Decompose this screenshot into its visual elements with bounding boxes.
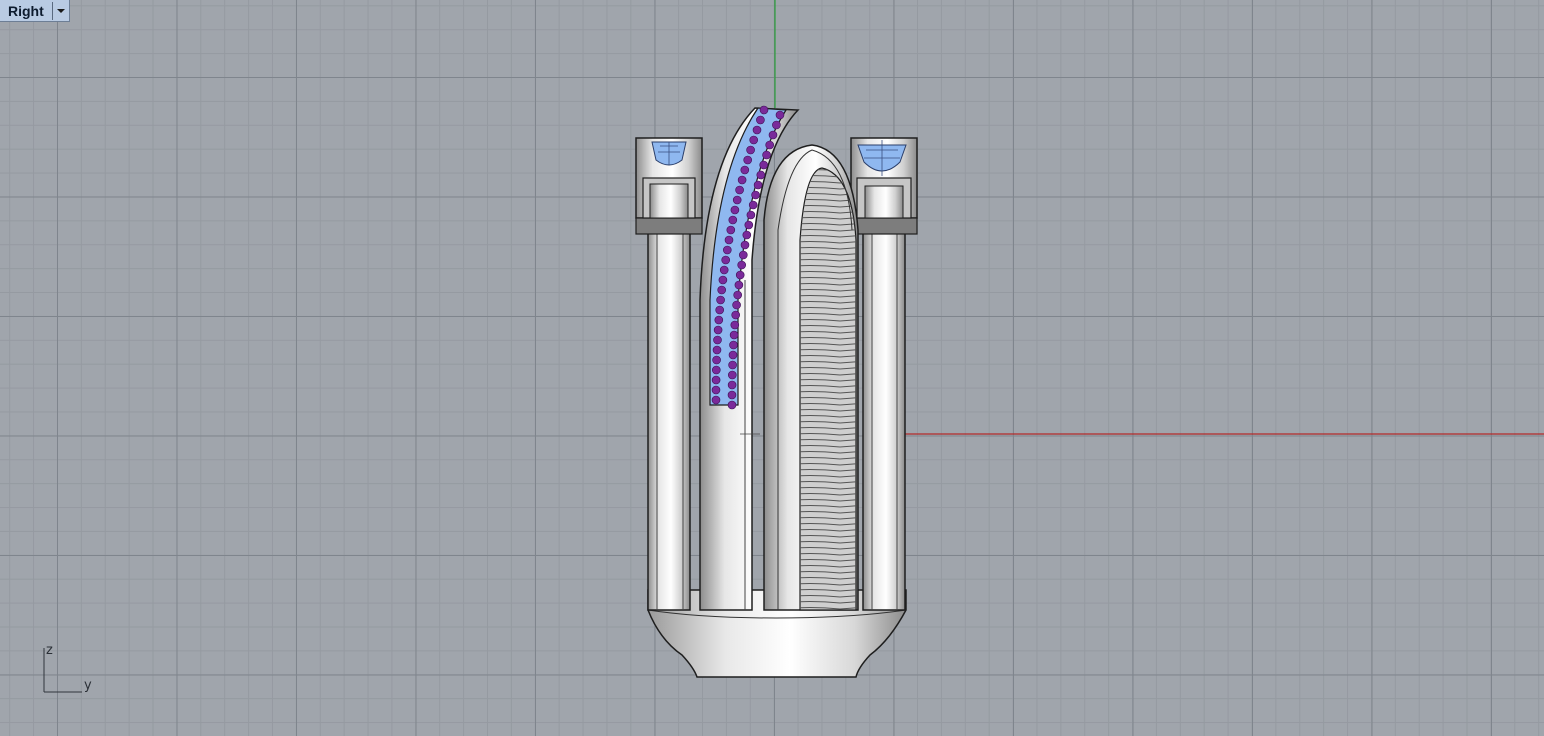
pave-stone <box>732 195 742 205</box>
pave-stone <box>719 265 729 275</box>
pave-stone <box>718 275 728 285</box>
pave-stone <box>727 380 737 390</box>
pave-stone <box>712 345 722 355</box>
pave-stone <box>765 140 775 150</box>
pave-stone <box>729 330 739 340</box>
pave-stone <box>737 260 747 270</box>
pave-stone <box>711 395 721 405</box>
pave-stone <box>711 365 721 375</box>
pave-stone <box>712 355 721 365</box>
pave-stone <box>735 185 744 195</box>
pave-stone <box>728 350 738 360</box>
pave-stone <box>733 290 743 300</box>
pave-stone <box>734 280 744 290</box>
pave-stone <box>727 390 737 400</box>
pave-stone <box>753 180 763 190</box>
pave-stone <box>726 225 736 235</box>
pave-stone <box>732 300 741 310</box>
pave-stone <box>714 315 724 325</box>
pave-stone <box>713 325 723 335</box>
pave-stone <box>768 130 778 140</box>
pave-stone <box>748 200 758 210</box>
axis-z-label: z <box>46 643 53 658</box>
pave-stone <box>756 170 766 180</box>
pave-stone <box>721 255 731 265</box>
viewport-name-label[interactable]: Right <box>0 3 52 19</box>
pave-stone <box>749 135 759 145</box>
pave-stone <box>716 295 725 305</box>
pave-stone <box>756 115 765 125</box>
caret-down-icon[interactable] <box>53 0 69 22</box>
pave-stone <box>715 305 725 315</box>
pave-stone <box>746 210 756 220</box>
pave-stone <box>717 285 727 295</box>
pave-stone <box>737 175 747 185</box>
pave-stone <box>775 110 785 120</box>
pave-stone <box>740 165 750 175</box>
pave-stone <box>731 310 741 320</box>
pave-stone <box>744 220 754 230</box>
viewport-right[interactable]: Right z y <box>0 0 1544 736</box>
pave-stone <box>711 385 721 395</box>
pave-stone <box>727 370 737 380</box>
pave-stone <box>746 145 755 155</box>
pave-stone <box>724 235 734 245</box>
viewport-title-tab[interactable]: Right <box>0 0 70 22</box>
pave-stone <box>735 270 745 280</box>
pave-stone <box>738 250 748 260</box>
pave-stone <box>759 105 769 115</box>
pave-stone <box>743 155 753 165</box>
pave-stone <box>740 240 750 250</box>
pave-stone <box>772 120 781 130</box>
ring-model-scene[interactable] <box>0 0 1544 736</box>
pave-stone <box>752 125 762 135</box>
pave-stone <box>727 400 737 410</box>
pave-stone <box>722 245 732 255</box>
pave-stone <box>759 160 769 170</box>
pave-stone <box>742 230 752 240</box>
axis-y-label: y <box>84 678 92 693</box>
pave-stone <box>730 320 740 330</box>
pave-stone <box>713 335 722 345</box>
right-prong-post <box>850 137 918 611</box>
left-prong-post <box>635 137 703 611</box>
pave-stone <box>729 340 738 350</box>
pave-stone <box>751 190 760 200</box>
pave-stone <box>711 375 721 385</box>
pave-stone <box>762 150 771 160</box>
pave-stone <box>730 205 740 215</box>
pave-stone <box>728 215 738 225</box>
pave-stone <box>728 360 737 370</box>
